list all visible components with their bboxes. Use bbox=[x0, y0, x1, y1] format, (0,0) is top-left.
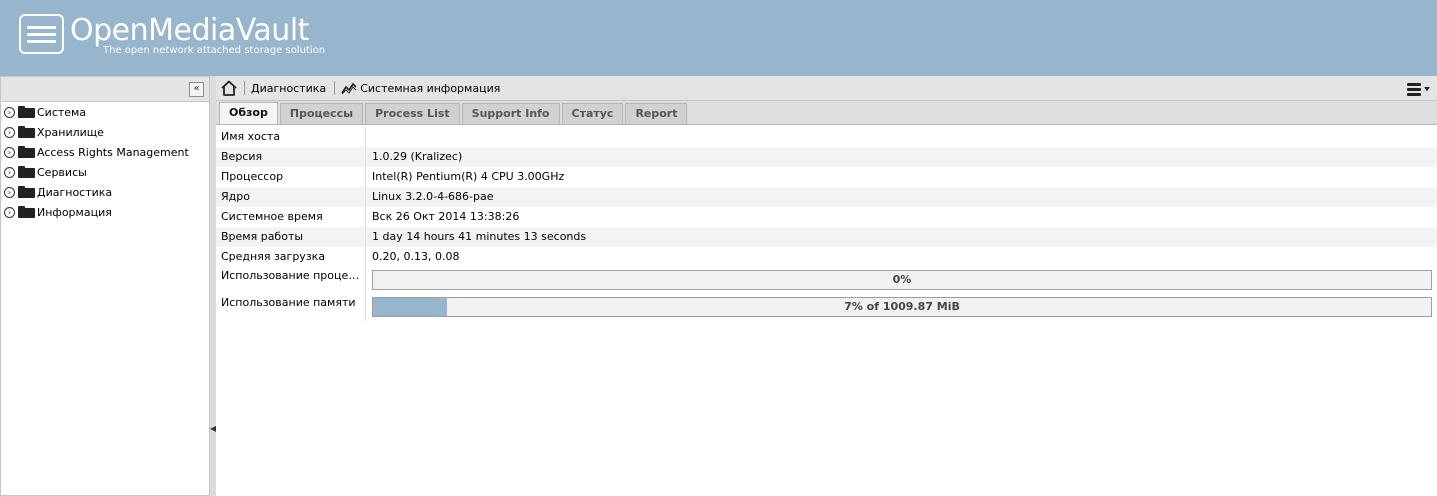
property-name: Ядро bbox=[216, 187, 366, 207]
sidebar-item[interactable]: › Хранилище bbox=[1, 122, 209, 142]
property-name: Средняя загрузка bbox=[216, 247, 366, 267]
sidebar-item-label: Информация bbox=[37, 205, 112, 219]
expand-arrow-icon[interactable]: › bbox=[4, 146, 15, 158]
breadcrumb-separator bbox=[244, 81, 245, 95]
property-value: 0.20, 0.13, 0.08 bbox=[372, 250, 460, 263]
app-title: OpenMediaVault bbox=[70, 13, 309, 48]
sidebar-item-label: Система bbox=[37, 105, 87, 119]
expand-arrow-icon[interactable]: › bbox=[4, 206, 15, 218]
folder-icon bbox=[18, 146, 35, 158]
property-row: Версия 1.0.29 (Kralizec) bbox=[216, 147, 1437, 167]
cpu-usage-progress-bar: 0% bbox=[372, 270, 1432, 290]
expand-arrow-icon[interactable]: › bbox=[4, 126, 15, 138]
cpu-usage-row: Использование процессора 0% bbox=[216, 267, 1437, 294]
property-name: Имя хоста bbox=[216, 127, 366, 147]
breadcrumb-item-system-info: Системная информация bbox=[360, 81, 501, 95]
property-name: Версия bbox=[216, 147, 366, 167]
sidebar: « › Система › Хранилище › Access Rights Manag… bbox=[0, 76, 210, 496]
expand-arrow-icon[interactable]: › bbox=[4, 166, 15, 178]
tab-strip: Обзор Процессы Process List Support Info Ста… bbox=[216, 101, 1437, 125]
nav-tree: › Система › Хранилище › Access Rights Managem… bbox=[1, 102, 209, 222]
app-subtitle: The open network attached storage soluti… bbox=[103, 45, 326, 56]
sidebar-item-label: Access Rights Management bbox=[37, 145, 189, 159]
tab[interactable]: Process List bbox=[365, 103, 460, 124]
breadcrumb-separator bbox=[334, 81, 336, 95]
property-value: 1.0.29 (Kralizec) bbox=[372, 150, 463, 163]
logo-icon bbox=[19, 14, 64, 54]
property-value: 1 day 14 hours 41 minutes 13 seconds bbox=[372, 230, 587, 243]
property-row: Время работы 1 day 14 hours 41 minutes 13… bbox=[216, 227, 1437, 247]
memory-usage-text: 7% of 1009.87 MiB bbox=[844, 300, 960, 313]
tab[interactable]: Статус bbox=[561, 103, 624, 124]
tab[interactable]: Report bbox=[625, 103, 688, 124]
property-name: Время работы bbox=[216, 227, 366, 247]
collapse-sidebar-button[interactable]: « bbox=[189, 82, 204, 97]
tab[interactable]: Обзор bbox=[219, 102, 278, 124]
cpu-usage-text: 0% bbox=[892, 273, 912, 286]
property-value: Linux 3.2.0-4-686-pae bbox=[372, 190, 494, 203]
home-icon[interactable] bbox=[220, 80, 238, 96]
property-value: Вск 26 Окт 2014 13:38:26 bbox=[372, 210, 520, 223]
folder-icon bbox=[18, 166, 35, 178]
sidebar-item-label: Диагностика bbox=[37, 185, 113, 199]
main-menu-button[interactable] bbox=[1407, 81, 1430, 97]
sidebar-toolbar: « bbox=[1, 77, 209, 102]
folder-icon bbox=[18, 106, 35, 118]
main-panel: Диагностика Системная информация Обзор Пр… bbox=[216, 76, 1437, 496]
tab[interactable]: Процессы bbox=[279, 103, 364, 124]
sidebar-item-label: Хранилище bbox=[37, 125, 104, 139]
sidebar-item[interactable]: › Система bbox=[1, 102, 209, 122]
property-name: Использование процессора bbox=[216, 267, 366, 294]
memory-usage-row: Использование памяти 7% of 1009.87 MiB bbox=[216, 294, 1437, 321]
sidebar-item[interactable]: › Диагностика bbox=[1, 182, 209, 202]
sidebar-item[interactable]: › Информация bbox=[1, 202, 209, 222]
folder-icon bbox=[18, 126, 35, 138]
expand-arrow-icon[interactable]: › bbox=[4, 106, 15, 118]
sidebar-item-label: Сервисы bbox=[37, 165, 87, 179]
folder-icon bbox=[18, 186, 35, 198]
property-name: Использование памяти bbox=[216, 294, 366, 321]
property-row: Системное время Вск 26 Окт 2014 13:38:26 bbox=[216, 207, 1437, 227]
property-row: Средняя загрузка 0.20, 0.13, 0.08 bbox=[216, 247, 1437, 267]
property-row: Процессор Intel(R) Pentium(R) 4 CPU 3.00G… bbox=[216, 167, 1437, 187]
overview-property-grid: Имя хоста Версия 1.0.29 (Kralizec) Процессо… bbox=[216, 127, 1437, 321]
line-chart-icon bbox=[341, 82, 357, 95]
property-row: Ядро Linux 3.2.0-4-686-pae bbox=[216, 187, 1437, 207]
sidebar-item[interactable]: › Сервисы bbox=[1, 162, 209, 182]
app-header: OpenMediaVault The open network attached… bbox=[0, 0, 1437, 76]
property-row: Имя хоста bbox=[216, 127, 1437, 147]
breadcrumb-item-diagnostics[interactable]: Диагностика bbox=[251, 82, 326, 95]
memory-usage-progress-bar: 7% of 1009.87 MiB bbox=[372, 297, 1432, 317]
expand-arrow-icon[interactable]: › bbox=[4, 186, 15, 198]
folder-icon bbox=[18, 206, 35, 218]
property-name: Системное время bbox=[216, 207, 366, 227]
breadcrumb: Диагностика Системная информация bbox=[216, 76, 1437, 101]
property-value: Intel(R) Pentium(R) 4 CPU 3.00GHz bbox=[372, 170, 565, 183]
property-name: Процессор bbox=[216, 167, 366, 187]
sidebar-item[interactable]: › Access Rights Management bbox=[1, 142, 209, 162]
tab[interactable]: Support Info bbox=[461, 103, 560, 124]
